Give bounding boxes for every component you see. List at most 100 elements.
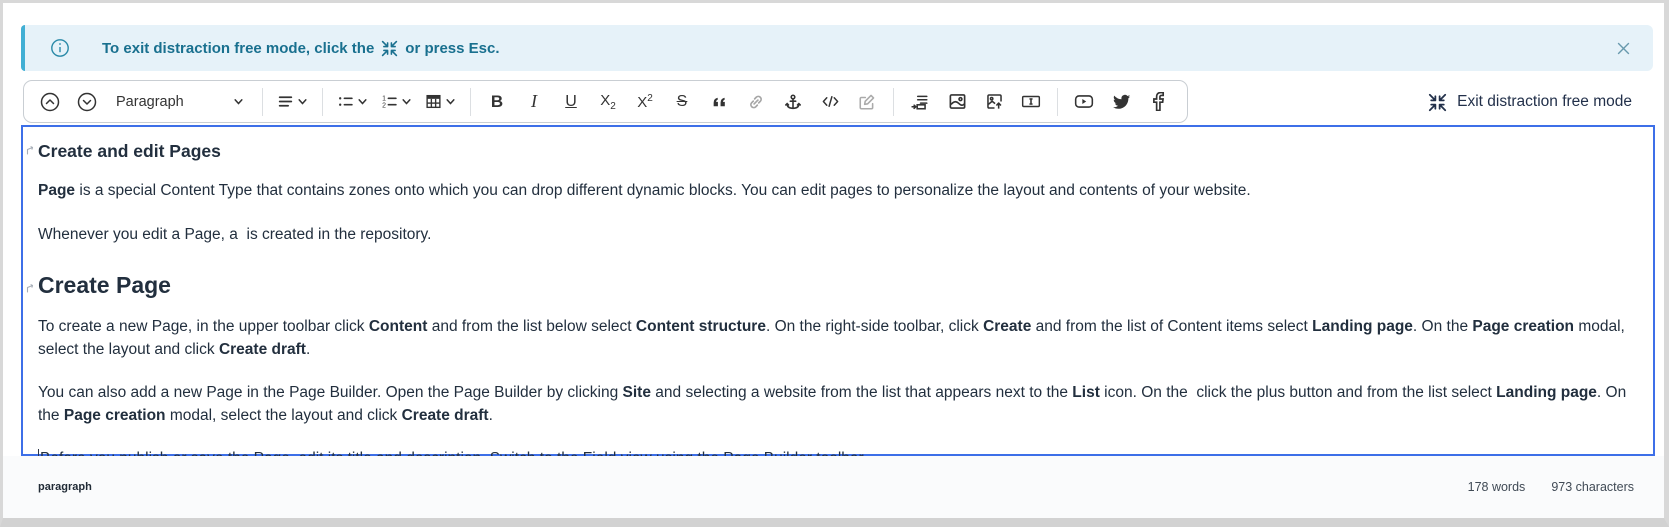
paragraph-text[interactable]: Whenever you edit a Page, a is created i… <box>38 224 1637 247</box>
bold-text-run: Page creation <box>64 407 166 424</box>
notification-text-before: To exit distraction free mode, click the <box>102 40 374 57</box>
code-block-button[interactable] <box>816 87 844 117</box>
superscript-icon: X2 <box>637 93 653 111</box>
insert-field-button[interactable] <box>1017 87 1045 117</box>
subscript-icon: X2 <box>600 92 616 112</box>
close-notification-button[interactable] <box>1616 41 1631 56</box>
bold-button[interactable]: B <box>483 87 511 117</box>
superscript-button[interactable]: X2 <box>631 87 659 117</box>
exit-distraction-free-button[interactable]: Exit distraction free mode <box>1428 88 1632 116</box>
text-run: . <box>306 341 310 358</box>
facebook-icon <box>1150 92 1167 111</box>
chevron-down-icon <box>233 96 244 107</box>
paragraph-block[interactable]: You can also add a new Page in the Page … <box>38 382 1637 427</box>
toolbar-separator <box>322 88 323 116</box>
field-input-icon <box>1021 93 1041 110</box>
notification-text: To exit distraction free mode, click the… <box>102 40 500 57</box>
bold-text-run: Content <box>369 318 428 335</box>
chevron-down-icon <box>357 96 368 107</box>
anchor-button[interactable] <box>779 87 807 117</box>
text-alignment-button[interactable] <box>275 87 310 117</box>
heading-dropdown-value: Paragraph <box>116 94 184 110</box>
character-count: 973 characters <box>1551 480 1634 494</box>
bold-icon: B <box>491 92 503 112</box>
upload-image-icon <box>985 92 1004 111</box>
text-run: . <box>489 407 493 424</box>
italic-icon: I <box>531 91 537 112</box>
align-text-icon <box>277 93 294 110</box>
underline-button[interactable]: U <box>557 87 585 117</box>
italic-button[interactable]: I <box>520 87 548 117</box>
block-type-marker-icon <box>26 284 35 293</box>
paragraph-block[interactable]: Whenever you edit a Page, a is created i… <box>38 224 1637 247</box>
paragraph-text[interactable]: To create a new Page, in the upper toolb… <box>38 316 1637 361</box>
bold-text-run: Create Page <box>38 272 171 298</box>
distraction-free-notification: To exit distraction free mode, click the… <box>21 25 1653 71</box>
page-section-title[interactable]: Create Page <box>38 272 1637 299</box>
move-up-icon <box>39 91 61 113</box>
text-run: You can also add a new Page in the Page … <box>38 384 623 401</box>
subscript-button[interactable]: X2 <box>594 87 622 117</box>
chevron-down-icon <box>297 96 308 107</box>
svg-text:2: 2 <box>382 102 386 109</box>
chevron-down-icon <box>401 96 412 107</box>
editor-window: To exit distraction free mode, click the… <box>0 0 1669 527</box>
toolbar-separator <box>1057 88 1058 116</box>
move-down-button[interactable] <box>73 87 101 117</box>
paragraph-text[interactable]: You can also add a new Page in the Page … <box>38 382 1637 427</box>
info-circle-icon <box>49 37 71 59</box>
insert-facebook-button[interactable] <box>1144 87 1172 117</box>
bulleted-list-button[interactable] <box>335 87 370 117</box>
heading-dropdown[interactable]: Paragraph <box>110 87 250 117</box>
text-run: is a special Content Type that contains … <box>75 182 1251 199</box>
link-icon <box>747 93 765 111</box>
bold-text-run: Content structure <box>636 318 766 335</box>
strikethrough-button[interactable]: S <box>668 87 696 117</box>
move-up-button[interactable] <box>36 87 64 117</box>
bold-text-run: Create <box>983 318 1031 335</box>
youtube-icon <box>1074 93 1094 110</box>
text-run: . On the right-side toolbar, click <box>766 318 983 335</box>
bold-text-run: Create draft <box>219 341 306 358</box>
insert-twitter-button[interactable] <box>1107 87 1135 117</box>
toolbar-separator <box>893 88 894 116</box>
bold-text-run: Create and edit Pages <box>38 141 221 161</box>
paragraph-text[interactable]: Page is a special Content Type that cont… <box>38 180 1637 203</box>
bold-text-run: Page <box>38 182 75 199</box>
insert-custom-tag-button[interactable] <box>906 87 934 117</box>
section-heading[interactable]: Create and edit Pages <box>38 141 1637 162</box>
notification-text-after: or press Esc. <box>405 40 499 57</box>
heading-block[interactable]: Create and edit Pages <box>38 141 1637 162</box>
text-run: icon. On the click the plus button and f… <box>1100 384 1496 401</box>
anchor-icon <box>784 93 802 111</box>
edit-pencil-icon <box>858 93 876 111</box>
text-run: and from the list of Content items selec… <box>1031 318 1312 335</box>
code-icon <box>821 93 840 110</box>
link-button[interactable] <box>742 87 770 117</box>
bold-text-run: List <box>1072 384 1100 401</box>
underline-icon: U <box>565 93 577 111</box>
paragraph-block[interactable]: To create a new Page, in the upper toolb… <box>38 316 1637 361</box>
rich-text-editing-area[interactable]: Create and edit Pages Page is a special … <box>21 125 1655 456</box>
insert-custom-tag-icon <box>911 93 929 111</box>
bold-text-run: Create draft <box>402 407 489 424</box>
source-editing-button[interactable] <box>853 87 881 117</box>
block-quote-icon <box>711 93 728 110</box>
text-run: and from the list below select <box>427 318 636 335</box>
text-run: Whenever you edit a Page, a is created i… <box>38 226 431 243</box>
image-icon <box>948 92 967 111</box>
upload-image-button[interactable] <box>980 87 1008 117</box>
block-quote-button[interactable] <box>705 87 733 117</box>
numbered-list-button[interactable]: 1 2 <box>379 87 414 117</box>
editor-status-bar: paragraph 178 words 973 characters <box>3 456 1664 518</box>
editor-content: Create and edit Pages Page is a special … <box>38 141 1637 471</box>
bold-text-run: Landing page <box>1312 318 1413 335</box>
insert-table-button[interactable] <box>423 87 458 117</box>
close-x-icon <box>1616 41 1631 56</box>
move-down-icon <box>76 91 98 113</box>
heading-block[interactable]: Create Page <box>38 272 1637 299</box>
document-stats: 178 words 973 characters <box>1468 480 1634 494</box>
insert-image-button[interactable] <box>943 87 971 117</box>
paragraph-block[interactable]: Page is a special Content Type that cont… <box>38 180 1637 203</box>
insert-youtube-button[interactable] <box>1070 87 1098 117</box>
